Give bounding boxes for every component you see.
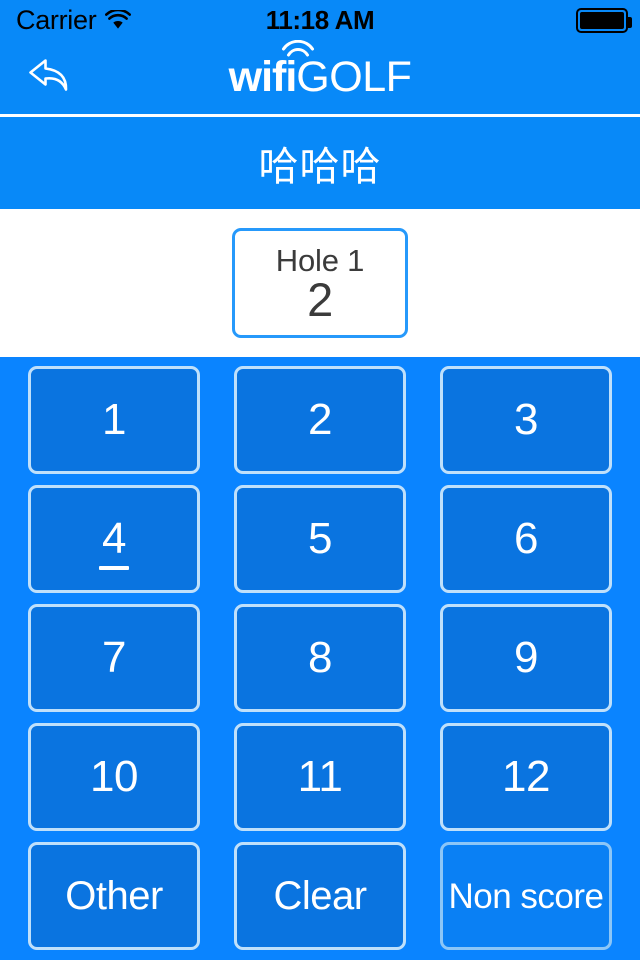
key-label: 1	[102, 395, 126, 444]
app-logo: wifi GOLF	[229, 39, 412, 99]
keypad-row: 1 2 3	[28, 366, 612, 474]
key-label: 5	[308, 514, 332, 563]
keypad-row: 4 5 6	[28, 485, 612, 593]
key-9[interactable]: 9	[440, 604, 612, 712]
keypad-row: Other Clear Non score	[28, 842, 612, 950]
key-other[interactable]: Other	[28, 842, 200, 950]
key-label: Other	[65, 874, 163, 918]
key-label: 8	[308, 633, 332, 682]
score-display-panel: Hole 1 2	[0, 209, 640, 357]
hole-score-value: 2	[307, 272, 333, 326]
app-screen: Carrier 11:18 AM wifi GOLF 哈哈哈 Hole 1 2 …	[0, 0, 640, 960]
key-8[interactable]: 8	[234, 604, 406, 712]
key-label: 7	[102, 633, 126, 682]
key-1[interactable]: 1	[28, 366, 200, 474]
battery-cap	[628, 16, 632, 28]
status-bar: Carrier 11:18 AM	[0, 0, 640, 40]
status-bar-clock: 11:18 AM	[265, 5, 375, 35]
key-6[interactable]: 6	[440, 485, 612, 593]
key-4[interactable]: 4	[28, 485, 200, 593]
key-12[interactable]: 12	[440, 723, 612, 831]
page-title: 哈哈哈	[258, 145, 382, 189]
nav-bar: wifi GOLF	[0, 39, 640, 117]
keypad-row: 10 11 12	[28, 723, 612, 831]
round-title-bar: 哈哈哈	[0, 117, 640, 209]
par-indicator-underline	[99, 566, 129, 570]
back-button[interactable]	[22, 52, 82, 102]
key-label: Clear	[273, 874, 367, 918]
key-clear[interactable]: Clear	[234, 842, 406, 950]
key-11[interactable]: 11	[234, 723, 406, 831]
battery-full-icon	[576, 7, 632, 33]
key-label: 4	[102, 514, 126, 563]
key-7[interactable]: 7	[28, 604, 200, 712]
key-2[interactable]: 2	[234, 366, 406, 474]
key-label: 9	[514, 633, 538, 682]
wifi-arc-icon	[281, 39, 315, 62]
key-5[interactable]: 5	[234, 485, 406, 593]
key-label: 2	[308, 395, 332, 444]
keypad-row: 7 8 9	[28, 604, 612, 712]
key-label: Non score	[448, 876, 604, 916]
key-3[interactable]: 3	[440, 366, 612, 474]
key-label: 6	[514, 514, 538, 563]
key-label: 3	[514, 395, 538, 444]
key-label: 10	[90, 752, 138, 801]
key-non-score[interactable]: Non score	[440, 842, 612, 950]
battery-fill	[580, 11, 624, 29]
key-label: 11	[297, 752, 343, 801]
key-label: 12	[502, 752, 550, 801]
score-keypad: 1 2 3 4 5 6 7 8 9 10 11 12 Other Clear Non score	[0, 357, 640, 960]
status-bar-right	[576, 7, 632, 33]
key-10[interactable]: 10	[28, 723, 200, 831]
hole-score-box[interactable]: Hole 1 2	[232, 228, 408, 338]
back-arrow-icon	[25, 54, 79, 101]
